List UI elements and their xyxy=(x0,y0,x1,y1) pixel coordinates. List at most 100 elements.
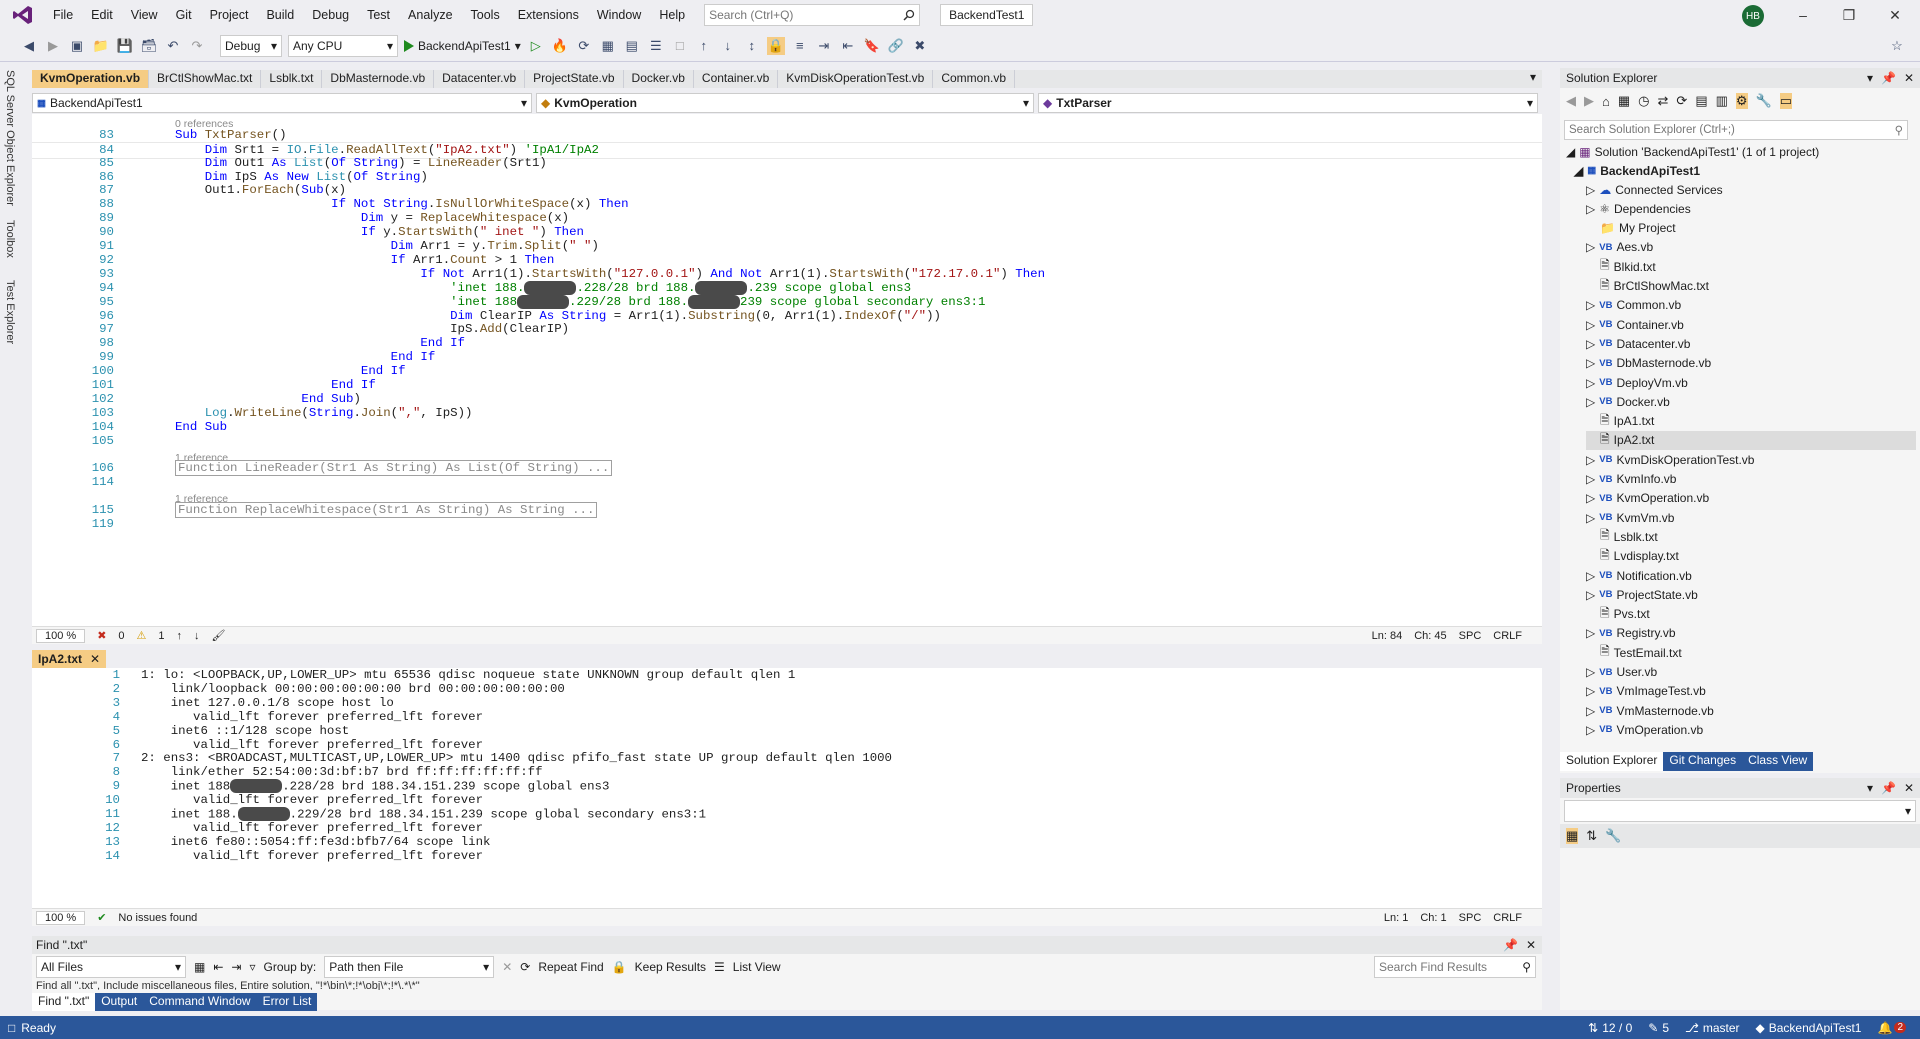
collapse-arrow-icon[interactable]: ◢ xyxy=(1566,145,1575,159)
collapse-all-icon[interactable]: ▤ xyxy=(1695,93,1707,109)
class-nav-dropdown[interactable]: ◆ KvmOperation ▾ xyxy=(536,93,1034,113)
pin-icon[interactable]: 📌 xyxy=(1503,938,1518,952)
document-tab[interactable]: Container.vb xyxy=(694,70,779,88)
tree-item-file[interactable]: 🗎 IpA1.txt xyxy=(1586,412,1654,431)
menu-project[interactable]: Project xyxy=(201,0,258,30)
pin-icon[interactable]: 📌 xyxy=(1881,781,1896,795)
repeat-find-icon[interactable]: ⟳ xyxy=(520,960,530,974)
document-tab[interactable]: Docker.vb xyxy=(624,70,694,88)
repo-icon[interactable]: ◆ xyxy=(1756,1021,1765,1035)
tree-item-file[interactable]: 🗎 BrCtlShowMac.txt xyxy=(1586,277,1709,296)
zoom-level[interactable]: 100 % xyxy=(36,910,86,925)
switch-views-icon[interactable]: ▦ xyxy=(1618,93,1630,109)
repeat-find-button[interactable]: Repeat Find xyxy=(538,960,603,974)
menu-window[interactable]: Window xyxy=(588,0,650,30)
group-by-select[interactable]: Path then File ▾ xyxy=(324,956,495,978)
document-tab[interactable]: ProjectState.vb xyxy=(525,70,624,88)
document-tab[interactable]: DbMasternode.vb xyxy=(322,70,435,88)
tree-item-file[interactable]: ▷ VB Registry.vb xyxy=(1586,624,1676,643)
solution-node[interactable]: ◢ ▦ Solution 'BackendApiTest1' (1 of 1 pro… xyxy=(1566,142,1819,161)
tree-item-file[interactable]: ▷ VB Datacenter.vb xyxy=(1586,334,1690,353)
minimize-icon[interactable]: – xyxy=(1780,0,1826,30)
menu-edit[interactable]: Edit xyxy=(82,0,122,30)
tree-item-file[interactable]: ▷ VB KvmDiskOperationTest.vb xyxy=(1586,450,1754,469)
toolbox-tab[interactable]: Toolbox xyxy=(0,216,20,276)
close-icon[interactable]: ✕ xyxy=(1872,0,1918,30)
tree-item-file[interactable]: 📁 My Project xyxy=(1586,219,1676,238)
solution-explorer-tab[interactable]: Class View xyxy=(1742,752,1813,771)
tree-item-file[interactable]: ▷ VB DbMasternode.vb xyxy=(1586,354,1711,373)
document-tab[interactable]: BrCtlShowMac.txt xyxy=(149,70,262,88)
filter-icon[interactable]: ▿ xyxy=(249,960,255,974)
indent-icon[interactable]: ⇥ xyxy=(815,37,833,55)
expand-arrow-icon[interactable]: ▷ xyxy=(1586,588,1595,602)
expand-arrow-icon[interactable]: ▷ xyxy=(1586,684,1595,698)
prev-bookmark-icon[interactable]: 🔗 xyxy=(887,37,905,55)
tree-item-file[interactable]: 🗎 TestEmail.txt xyxy=(1586,643,1682,662)
warning-icon[interactable]: ⚠ xyxy=(137,629,147,642)
expand-arrow-icon[interactable]: ▷ xyxy=(1586,569,1595,583)
tree-item-file[interactable]: ▷ VB KvmInfo.vb xyxy=(1586,470,1676,489)
expand-arrow-icon[interactable]: ▷ xyxy=(1586,723,1595,737)
redo-icon[interactable]: ↷ xyxy=(188,37,206,55)
expand-arrow-icon[interactable]: ▷ xyxy=(1586,472,1595,486)
menu-view[interactable]: View xyxy=(122,0,167,30)
menu-help[interactable]: Help xyxy=(650,0,694,30)
bottom-tab[interactable]: Error List xyxy=(257,993,318,1011)
brush-icon[interactable]: 🖌 xyxy=(212,629,226,642)
bottom-tab[interactable]: Command Window xyxy=(143,993,256,1011)
start-without-debugging-icon[interactable]: ▷ xyxy=(527,37,545,55)
document-tab[interactable]: KvmDiskOperationTest.vb xyxy=(778,70,934,88)
sql-server-object-explorer-tab[interactable]: SQL Server Object Explorer xyxy=(0,66,20,216)
test-explorer-tab[interactable]: Test Explorer xyxy=(0,276,20,356)
document-tab[interactable]: Datacenter.vb xyxy=(434,70,526,88)
properties-object-select[interactable]: ▾ xyxy=(1564,800,1916,822)
close-icon[interactable]: ✕ xyxy=(1904,71,1914,85)
categorized-icon[interactable]: ▦ xyxy=(1566,828,1579,844)
menu-git[interactable]: Git xyxy=(167,0,201,30)
find-scope-select[interactable]: All Files ▾ xyxy=(36,956,186,978)
expand-arrow-icon[interactable]: ▷ xyxy=(1586,376,1595,390)
close-icon[interactable]: ✕ xyxy=(90,652,100,666)
menu-build[interactable]: Build xyxy=(257,0,303,30)
step-icon[interactable]: □ xyxy=(671,37,689,55)
platform-select[interactable]: Any CPU ▾ xyxy=(288,34,398,57)
tree-item-file[interactable]: 🗎 IpA2.txt xyxy=(1586,430,1916,450)
tree-item-file[interactable]: 🗎 Blkid.txt xyxy=(1586,257,1656,276)
pending-changes-filter-icon[interactable]: ⚙ xyxy=(1735,93,1748,109)
project-nav-dropdown[interactable]: ▦ BackendApiTest1 ▾ xyxy=(32,93,532,113)
document-tab[interactable]: Lsblk.txt xyxy=(261,70,323,88)
sync-icon[interactable]: ⇄ xyxy=(1658,93,1669,109)
branch-icon[interactable]: ⎇ xyxy=(1685,1021,1699,1035)
hot-reload-icon[interactable]: 🔥 xyxy=(551,37,569,55)
comment-icon[interactable]: ≡ xyxy=(791,37,809,55)
expand-arrow-icon[interactable]: ▷ xyxy=(1586,626,1595,640)
text-editor[interactable]: 1 1: lo: <LOOPBACK,UP,LOWER_UP> mtu 65536… xyxy=(32,668,1542,908)
refresh-icon[interactable]: ⟳ xyxy=(1676,93,1687,109)
expand-arrow-icon[interactable]: ▷ xyxy=(1586,395,1595,409)
back-icon[interactable]: ◀ xyxy=(1566,93,1576,109)
tree-item-file[interactable]: ▷ VB Common.vb xyxy=(1586,296,1681,315)
document-tab[interactable]: KvmOperation.vb xyxy=(32,70,150,88)
expand-arrow-icon[interactable]: ▷ xyxy=(1586,511,1595,525)
tree-item-file[interactable]: ▷ VB VmMasternode.vb xyxy=(1586,701,1714,720)
pin-icon[interactable]: 📌 xyxy=(1881,71,1896,85)
lock-icon[interactable]: 🔒 xyxy=(766,36,785,55)
tree-item-file[interactable]: 🗎 Lvdisplay.txt xyxy=(1586,547,1679,566)
tree-item-file[interactable]: ▷ ⚛ Dependencies xyxy=(1586,199,1691,218)
changes-icon[interactable]: ⇅ xyxy=(1588,1021,1598,1035)
wrench-icon[interactable]: 🔧 xyxy=(1605,828,1621,844)
tree-item-file[interactable]: ▷ ☁ Connected Services xyxy=(1586,180,1723,199)
layout-icon[interactable]: ▤ xyxy=(623,37,641,55)
arrow-up-icon[interactable]: ↑ xyxy=(177,630,183,642)
find-results-search[interactable]: Search Find Results ⚲ xyxy=(1374,956,1536,978)
collapse-arrow-icon[interactable]: ◢ xyxy=(1574,164,1583,178)
pencil-icon[interactable]: ✎ xyxy=(1648,1021,1658,1035)
visual-studio-logo-icon[interactable] xyxy=(10,4,36,26)
menu-debug[interactable]: Debug xyxy=(303,0,358,30)
tree-item-file[interactable]: ▷ VB VmImageTest.vb xyxy=(1586,682,1706,701)
configuration-select[interactable]: Debug ▾ xyxy=(220,34,282,57)
find-result-line[interactable]: Find all ".txt", Include miscellaneous f… xyxy=(32,980,1542,990)
expand-arrow-icon[interactable]: ▷ xyxy=(1586,202,1595,216)
collapse-icon[interactable]: ↕ xyxy=(743,37,761,55)
